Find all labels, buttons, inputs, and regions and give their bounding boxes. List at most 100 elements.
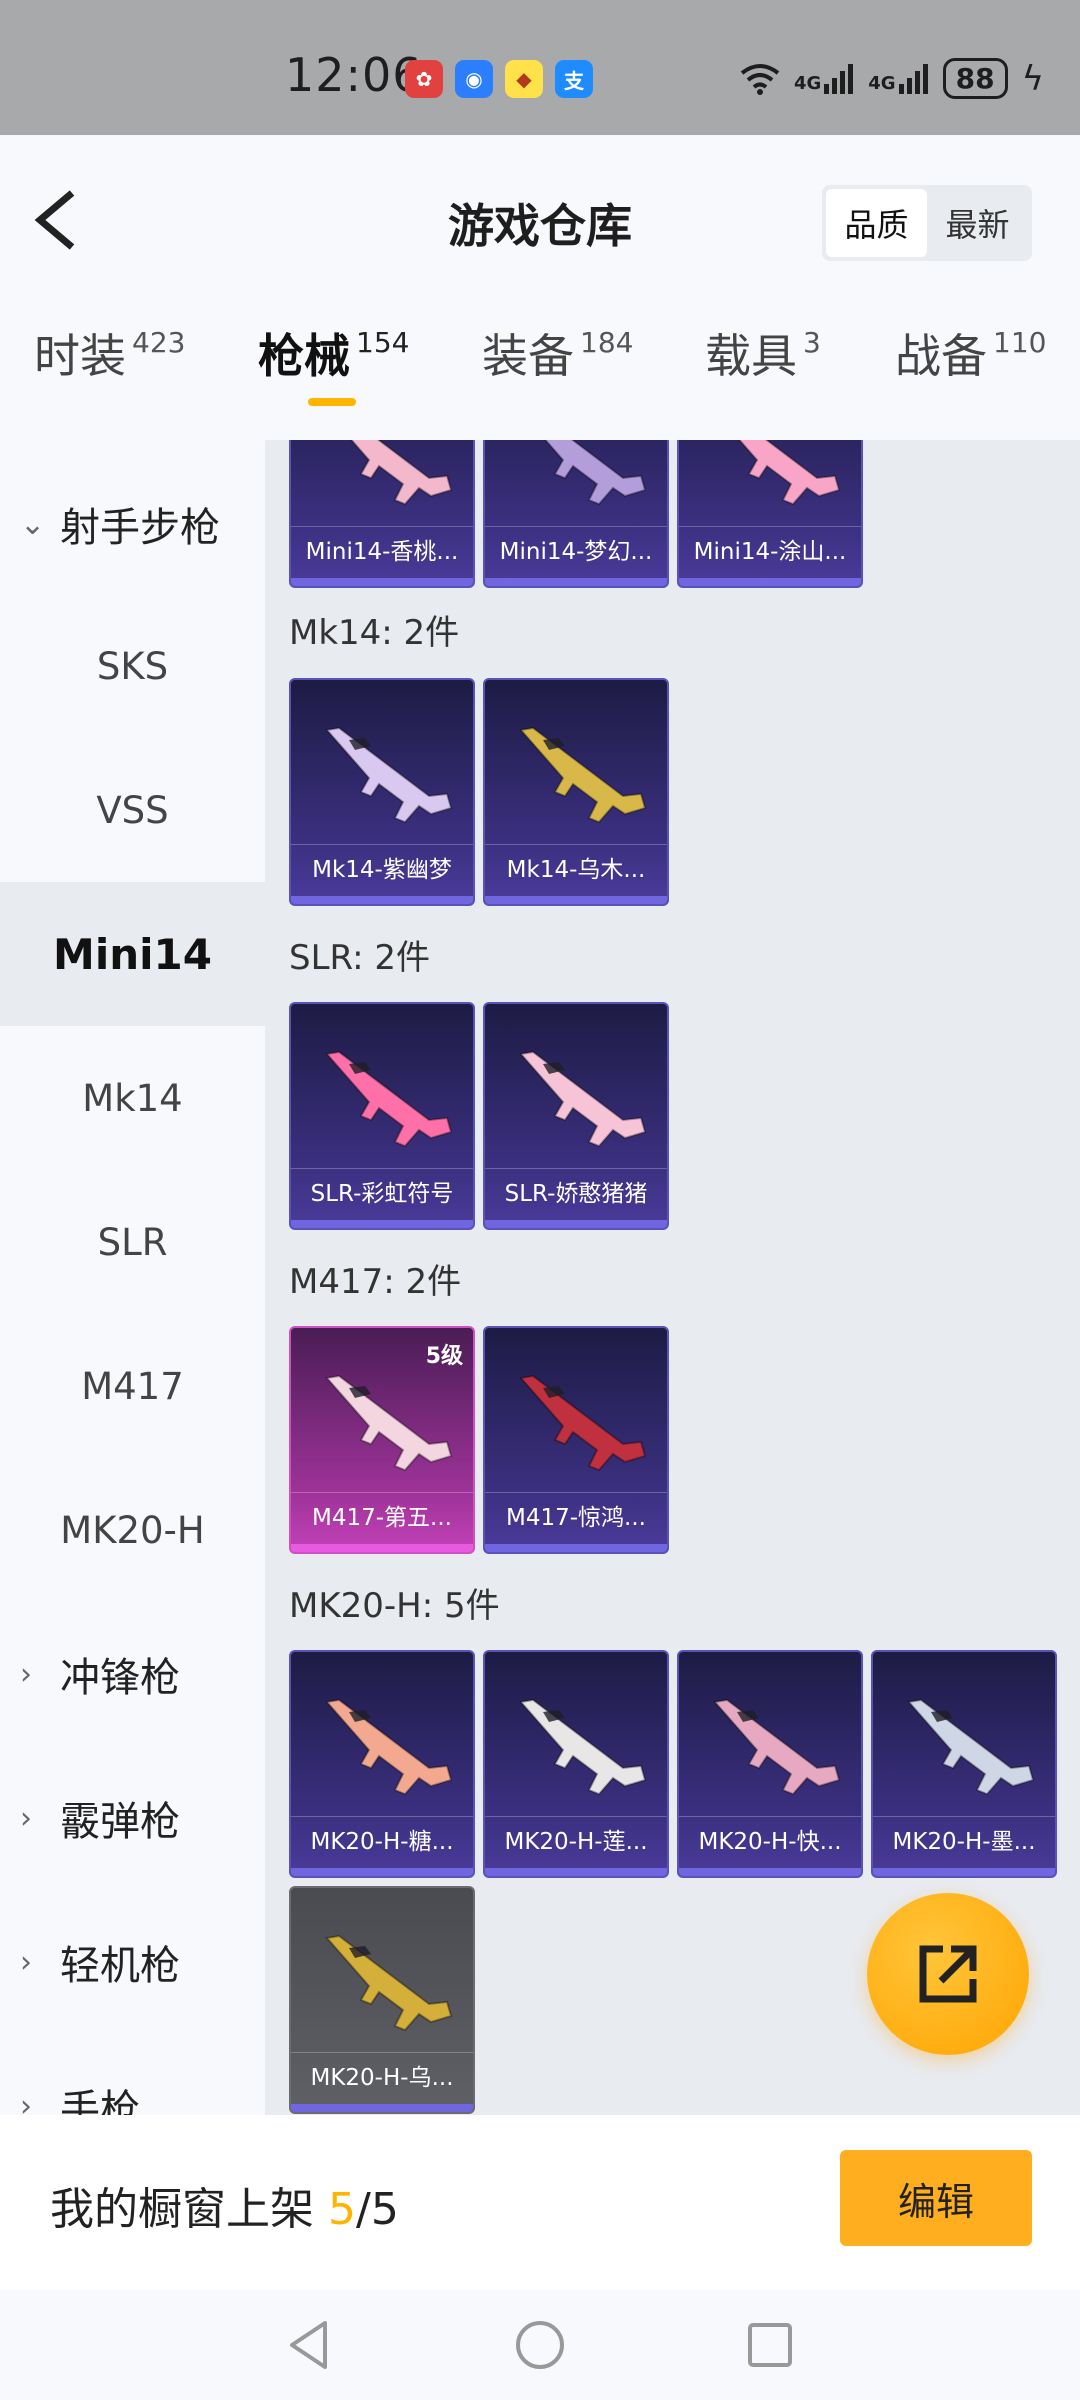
alipay-icon: 支: [555, 60, 593, 98]
rifle-icon: [325, 1050, 453, 1148]
rarity-strip: [485, 896, 667, 904]
rifle-icon: [325, 1374, 453, 1472]
rifle-icon: [519, 726, 647, 824]
rifle-icon: [350, 440, 453, 506]
huawei-app-icon: ✿: [405, 60, 443, 98]
rarity-strip: [291, 2104, 473, 2112]
weapon-card[interactable]: Mini14-香桃...: [289, 440, 475, 588]
sort-quality-button[interactable]: 品质: [826, 189, 927, 257]
page-header: 游戏仓库 品质 最新 时装 423 枪械 154 装备 184 载具 3 战备 110: [0, 135, 1080, 440]
shield-app-icon: ◉: [455, 60, 493, 98]
weapon-name: M417-惊鸿...: [485, 1492, 667, 1544]
weapon-card[interactable]: MK20-H-快...: [677, 1650, 863, 1878]
share-button[interactable]: [867, 1893, 1029, 2055]
notification-icons: ✿ ◉ ◆ 支: [405, 60, 593, 98]
sort-toggle: 品质 最新: [822, 185, 1032, 261]
weapon-card[interactable]: Mk14-乌木...: [483, 678, 669, 906]
rarity-strip: [679, 578, 861, 586]
tab-equipment[interactable]: 装备 184: [482, 320, 633, 386]
chevron-right-icon: ›: [20, 1944, 32, 1980]
rarity-strip: [291, 1544, 473, 1552]
sidebar-item-mk20h[interactable]: MK20-H: [0, 1458, 265, 1602]
weapon-card[interactable]: MK20-H-乌...: [289, 1886, 475, 2114]
status-bar: 12:06 ✿ ◉ ◆ 支 4G 4G 88 ϟ: [0, 0, 1080, 135]
category-tabs: 时装 423 枪械 154 装备 184 载具 3 战备 110: [0, 320, 1080, 440]
rarity-strip: [485, 1868, 667, 1876]
group-title-mk20h: MK20-H: 5件: [289, 1586, 500, 1626]
sidebar-item-mini14[interactable]: Mini14: [0, 882, 265, 1026]
nav-home-icon[interactable]: [510, 2315, 570, 2375]
category-pistol[interactable]: › 手枪: [20, 2077, 140, 2115]
weapon-name: MK20-H-乌...: [291, 2052, 473, 2104]
weapon-card[interactable]: Mk14-紫幽梦: [289, 678, 475, 906]
status-time: 12:06: [285, 48, 423, 102]
sidebar-item-vss[interactable]: VSS: [0, 738, 265, 882]
sidebar-item-sks[interactable]: SKS: [0, 594, 265, 738]
system-nav-bar: [0, 2290, 1080, 2400]
signal-icon: [824, 63, 854, 94]
weapon-card[interactable]: MK20-H-墨...: [871, 1650, 1057, 1878]
weapon-name: SLR-娇憨猪猪: [485, 1168, 667, 1220]
weapon-card[interactable]: M417-惊鸿...: [483, 1326, 669, 1554]
nav-recents-icon[interactable]: [740, 2315, 800, 2375]
weapon-card[interactable]: SLR-娇憨猪猪: [483, 1002, 669, 1230]
cell-signal-2: 4G: [868, 63, 928, 94]
weapon-card[interactable]: 5级 M417-第五...: [289, 1326, 475, 1554]
weapon-category-sidebar: ⌄ 射手步枪 SKS VSS Mini14 Mk14 SLR M417 MK20…: [0, 440, 265, 2115]
group-title-mk14: Mk14: 2件: [289, 613, 460, 653]
sort-newest-button[interactable]: 最新: [927, 189, 1028, 257]
sidebar-item-slr[interactable]: SLR: [0, 1170, 265, 1314]
rifle-icon: [325, 1934, 453, 2032]
chevron-right-icon: ›: [20, 1656, 32, 1692]
weapon-card[interactable]: MK20-H-莲...: [483, 1650, 669, 1878]
rifle-icon: [713, 1698, 841, 1796]
showcase-status: 我的橱窗上架 5/5: [50, 2184, 399, 2235]
weapon-card[interactable]: MK20-H-糖...: [289, 1650, 475, 1878]
showcase-bar: 我的橱窗上架 5/5 编辑: [0, 2115, 1080, 2290]
weapon-name: MK20-H-莲...: [485, 1816, 667, 1868]
showcase-total: /5: [356, 2184, 399, 2235]
active-tab-indicator: [308, 398, 356, 406]
weapon-name: SLR-彩虹符号: [291, 1168, 473, 1220]
sidebar-item-m417[interactable]: M417: [0, 1314, 265, 1458]
tab-vehicles[interactable]: 载具 3: [705, 320, 821, 386]
rarity-strip: [679, 1868, 861, 1876]
weapon-name: Mk14-紫幽梦: [291, 844, 473, 896]
tab-supplies[interactable]: 战备 110: [895, 320, 1046, 386]
rifle-icon: [519, 1698, 647, 1796]
category-marksman-rifle[interactable]: ⌄ 射手步枪: [20, 495, 220, 553]
weapon-name: M417-第五...: [291, 1492, 473, 1544]
rarity-strip: [291, 578, 473, 586]
edit-button[interactable]: 编辑: [840, 2150, 1032, 2246]
weapon-name: Mini14-涂山...: [679, 526, 861, 578]
nav-back-icon[interactable]: [280, 2315, 340, 2375]
tab-fashion[interactable]: 时装 423: [34, 320, 185, 386]
charging-icon: ϟ: [1021, 58, 1044, 99]
external-link-icon: [919, 1945, 977, 2003]
rifle-icon: [325, 726, 453, 824]
rifle-icon: [519, 1374, 647, 1472]
category-shotgun[interactable]: › 霰弹枪: [20, 1789, 180, 1847]
sidebar-item-mk14[interactable]: Mk14: [0, 1026, 265, 1170]
weapon-card[interactable]: Mini14-涂山...: [677, 440, 863, 588]
cell-signal-1: 4G: [794, 63, 854, 94]
rarity-strip: [873, 1868, 1055, 1876]
rarity-strip: [485, 1544, 667, 1552]
battery-level: 88: [942, 58, 1008, 99]
rarity-strip: [485, 578, 667, 586]
category-smg[interactable]: › 冲锋枪: [20, 1645, 180, 1703]
rifle-icon: [738, 440, 841, 506]
weapon-card[interactable]: Mini14-梦幻...: [483, 440, 669, 588]
chevron-right-icon: ›: [20, 1800, 32, 1836]
chevron-right-icon: ›: [20, 2088, 32, 2116]
rifle-icon: [325, 1698, 453, 1796]
chevron-down-icon: ⌄: [20, 506, 46, 542]
showcase-count: 5: [328, 2184, 356, 2235]
rarity-strip: [291, 896, 473, 904]
tab-guns[interactable]: 枪械 154: [258, 320, 409, 386]
weapon-card[interactable]: SLR-彩虹符号: [289, 1002, 475, 1230]
weapon-name: MK20-H-墨...: [873, 1816, 1055, 1868]
weapon-name: MK20-H-糖...: [291, 1816, 473, 1868]
weapon-grid: Mini14-香桃... Mini14-梦幻... Mini14-涂山... M…: [265, 440, 1080, 2115]
category-lmg[interactable]: › 轻机枪: [20, 1933, 180, 1991]
